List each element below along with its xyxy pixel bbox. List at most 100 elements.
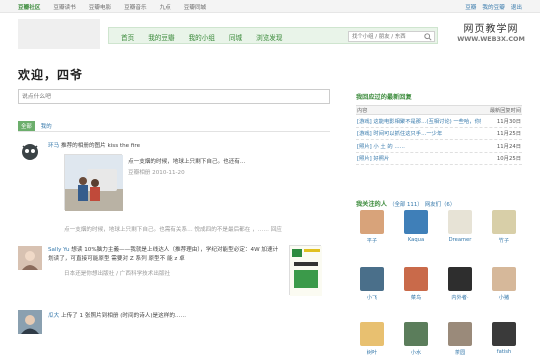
tab-mine[interactable]: 我的 [41,122,52,130]
photo-image-icon [65,155,123,211]
avatar[interactable] [448,267,472,291]
watermark-cn: 网页教学网 [463,24,519,35]
home-link[interactable]: 豆瓣 [465,3,476,11]
friend-name[interactable]: 平子 [356,237,388,244]
site-link-music[interactable]: 豆瓣音乐 [124,3,146,11]
avatar[interactable] [404,210,428,234]
friend-name[interactable]: 小猪 [488,294,520,301]
friend-item[interactable]: 小飞 [356,267,388,301]
main-nav: 首页 我的豆瓣 我的小组 同城 浏览发现 [108,27,438,44]
nav-my-groups[interactable]: 我的小组 [189,32,215,42]
nav-explore[interactable]: 浏览发现 [256,32,282,42]
account-links: 豆瓣 我的豆瓣 退出 [465,3,522,11]
friend-name[interactable]: Dreamer [444,237,476,243]
avatar[interactable] [448,322,472,346]
avatar[interactable] [492,322,516,346]
site-link-community[interactable]: 豆瓣社区 [18,3,40,11]
friend-name[interactable]: 竹子 [488,237,520,244]
replies-title: 我回应过的最新回复 [356,94,412,101]
reply-content[interactable]: [照片] 好照片 [357,154,481,162]
feed-meta-album[interactable]: 豆瓣相册 [128,170,150,176]
robot-avatar-icon [18,140,42,164]
friends-sub[interactable]: 网友们（6） [425,202,455,208]
reply-content[interactable]: [照片] 小 土 的 …… [357,142,481,150]
friend-item[interactable]: Dreamer [444,210,476,243]
reply-content[interactable]: [游戏] 时间可以抓住这只手…一少年 [357,129,481,137]
tab-all[interactable]: 全部 [18,121,35,131]
feed-action: 推荐的相册的图片 kiss the fire [60,143,141,149]
site-link-city[interactable]: 豆瓣同城 [184,3,206,11]
friend-name[interactable]: fatish [488,349,520,355]
reply-date: 11月30日 [496,118,521,125]
avatar[interactable] [360,210,384,234]
book-cover[interactable] [289,245,322,296]
feed-quote: 点一支烟的时候，地球上只剩下自己。也还有… [128,159,246,165]
feed-action: 上传了 1 张照片到相册 (时间的诗人)是这样的…… [60,313,187,319]
site-link-movie[interactable]: 豆瓣电影 [89,3,111,11]
search-box [348,31,435,42]
friend-name[interactable]: 内外者· [444,294,476,301]
feed-tabs: 全部 我的 [18,121,52,131]
site-nav: 豆瓣社区 豆瓣读书 豆瓣电影 豆瓣音乐 九点 豆瓣同城 [18,3,206,11]
avatar[interactable] [492,267,516,291]
friend-name[interactable]: 树叶 [356,349,388,356]
table-row[interactable]: [游戏] 时间可以抓住这只手…一少年 11月25日 [356,128,522,140]
feed-meta-date: 2010-11-20 [152,170,185,176]
book-cover-image-icon [290,246,322,296]
friends-count[interactable]: （全部 111） [389,202,423,208]
friend-item[interactable]: 平子 [356,210,388,244]
avatar[interactable] [18,246,42,270]
avatar[interactable] [18,310,42,334]
avatar[interactable] [404,322,428,346]
logo[interactable] [18,19,100,49]
avatar[interactable] [360,322,384,346]
friend-name[interactable]: 茶园 [444,349,476,356]
col-time: 最新回复时间 [489,107,521,114]
feed-caption: 点一支烟的时候，地球上只剩下自己。也需有关系… 悦成四的不是最后都在 ，…… 回… [64,227,282,233]
feed-user[interactable]: Sally Yu [48,247,70,253]
status-box [18,89,330,104]
friend-item[interactable]: 茶园 [444,322,476,356]
friend-item[interactable]: 菜鸟 [400,267,432,301]
feed-meta: 豆瓣相册 2010-11-20 [128,168,185,176]
friend-item[interactable]: 树叶 [356,322,388,356]
friend-name[interactable]: 菜鸟 [400,294,432,301]
friend-item[interactable]: 竹子 [488,210,520,244]
friend-item[interactable]: 小水 [400,322,432,356]
friend-item[interactable]: 小猪 [488,267,520,301]
site-link-book[interactable]: 豆瓣读书 [53,3,75,11]
feed-user[interactable]: 环马 [48,143,59,149]
feed-user[interactable]: 瓜大 [48,313,59,319]
table-row[interactable]: [游戏] 这能电影相聚不是那…(互相讨论) 一些哈，你好？ 11月30日 [356,115,522,128]
avatar[interactable] [360,267,384,291]
nav-home[interactable]: 首页 [121,32,134,42]
avatar[interactable] [18,140,42,164]
search-icon[interactable] [424,33,432,41]
friend-name[interactable]: 小飞 [356,294,388,301]
avatar[interactable] [492,210,516,234]
nav-city[interactable]: 同城 [229,32,242,42]
mine-link[interactable]: 我的豆瓣 [482,3,504,11]
replies-table: 内容 最新回复时间 [游戏] 这能电影相聚不是那…(互相讨论) 一些哈，你好？ 1… [356,105,522,165]
table-row[interactable]: [照片] 小 土 的 …… 11月24日 [356,140,522,153]
watermark: 网页教学网 WWW.WEB3X.COM [448,20,534,43]
table-row[interactable]: [照片] 好照片 10月25日 [356,153,522,165]
reply-content[interactable]: [游戏] 这能电影相聚不是那…(互相讨论) 一些哈，你好？ [357,117,481,125]
nav-my-douban[interactable]: 我的豆瓣 [148,32,174,42]
feed-meta: 日本还是你想出版社 / 广西科学技术出版社 [64,271,171,277]
feed-item-2-head: Sally Yu 想读 10%脑力主義——我就是上线达人（推荐理由），学纪对能型… [48,246,280,264]
person-avatar-icon [18,246,42,270]
friend-name[interactable]: Kaqua [400,237,432,243]
logout-link[interactable]: 退出 [511,3,522,11]
search-input[interactable] [349,32,421,41]
avatar[interactable] [404,267,428,291]
friend-item[interactable]: Kaqua [400,210,432,243]
feed-photo[interactable] [64,154,123,211]
feed-item-1-head: 环马 推荐的相册的图片 kiss the fire [48,141,140,149]
avatar[interactable] [448,210,472,234]
friend-item[interactable]: fatish [488,322,520,355]
friend-item[interactable]: 内外者· [444,267,476,301]
site-link-9[interactable]: 九点 [160,3,171,11]
friend-name[interactable]: 小水 [400,349,432,356]
status-input[interactable] [19,90,319,103]
